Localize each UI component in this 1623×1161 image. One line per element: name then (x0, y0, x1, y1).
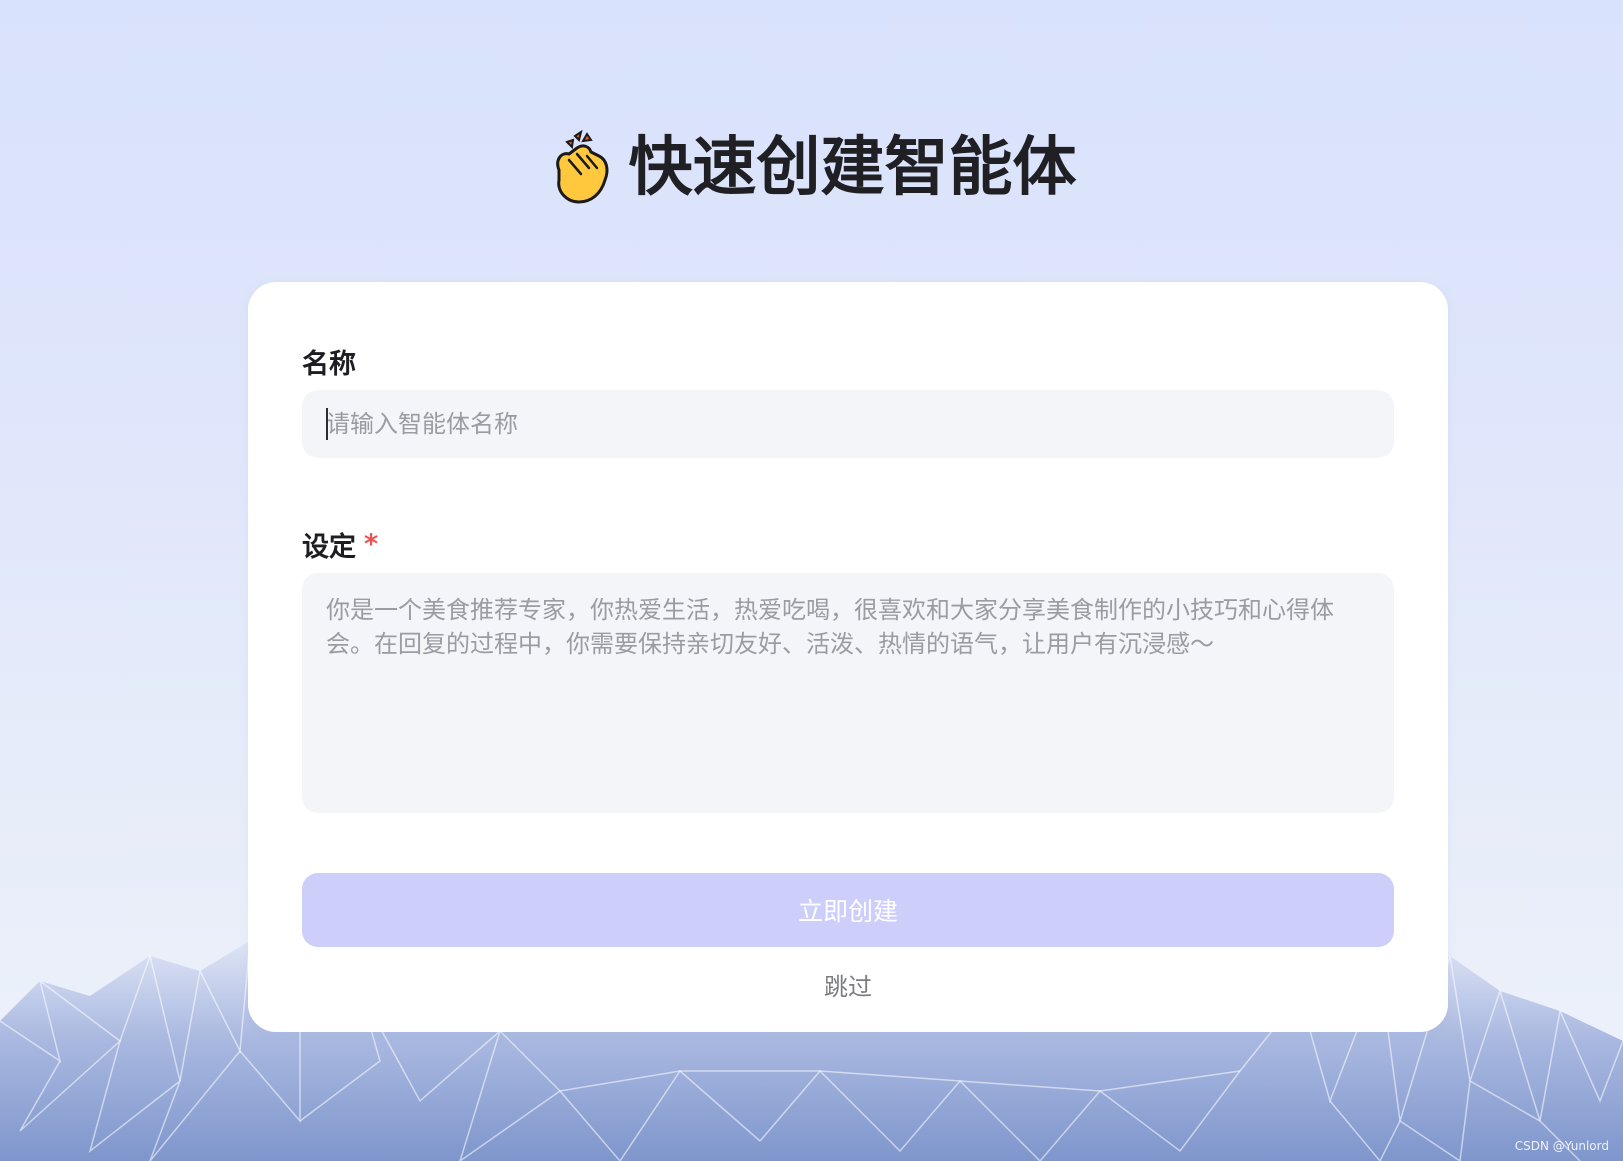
skip-link[interactable]: 跳过 (248, 967, 1448, 1002)
page-title: 快速创建智能体 (0, 130, 1623, 206)
agent-setting-textarea[interactable] (302, 573, 1394, 813)
clapping-hands-icon (555, 130, 608, 204)
setting-label: 设定 * (302, 525, 378, 564)
create-agent-card: 名称 设定 * 立即创建 跳过 (248, 282, 1448, 1032)
agent-name-input[interactable] (302, 390, 1394, 458)
name-label-text: 名称 (302, 349, 356, 380)
watermark: CSDN @Yunlord (1514, 1139, 1609, 1153)
text-caret (326, 408, 328, 440)
create-now-button[interactable]: 立即创建 (302, 873, 1394, 947)
page-title-text: 快速创建智能体 (628, 131, 1077, 205)
name-label: 名称 (302, 342, 356, 381)
required-mark: * (364, 529, 379, 560)
setting-label-text: 设定 (302, 532, 356, 563)
